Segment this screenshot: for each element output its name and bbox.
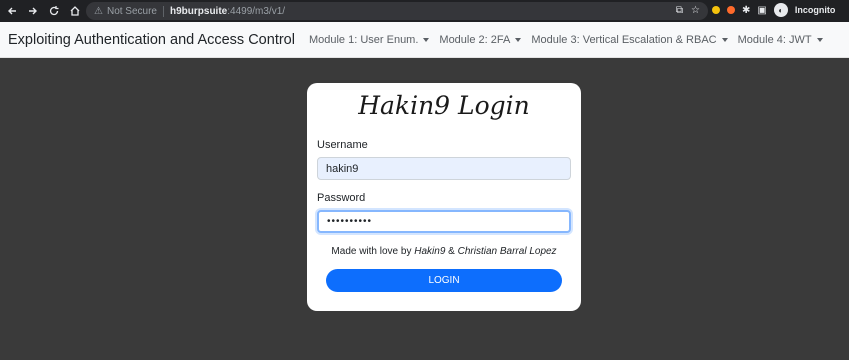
- caret-down-icon: [515, 37, 522, 42]
- back-icon[interactable]: [3, 2, 21, 20]
- login-title: Hakin9 Login: [358, 91, 530, 120]
- home-icon[interactable]: [66, 2, 84, 20]
- login-card: Hakin9 Login Username hakin9 Password ••…: [307, 83, 581, 311]
- navbar-brand[interactable]: Exploiting Authentication and Access Con…: [8, 32, 295, 48]
- nav-module-1-dropdown[interactable]: Module 1: User Enum.: [308, 33, 430, 46]
- credits-text: Made with love by Hakin9 & Christian Bar…: [307, 246, 581, 257]
- username-input[interactable]: hakin9: [317, 157, 571, 180]
- url-host: h9burpsuite: [170, 5, 228, 17]
- nav-module-2-label: Module 2: 2FA: [439, 33, 511, 46]
- url-path: :4499/m3/v1/: [227, 5, 286, 17]
- translate-icon[interactable]: ⧉: [676, 5, 683, 16]
- nav-module-3-label: Module 3: Vertical Escalation & RBAC: [531, 33, 717, 46]
- bookmark-star-icon[interactable]: ☆: [691, 5, 700, 16]
- credits-and: &: [445, 246, 458, 257]
- reload-icon[interactable]: [45, 2, 63, 20]
- not-secure-label: Not Secure: [106, 5, 157, 17]
- nav-module-3-dropdown[interactable]: Module 3: Vertical Escalation & RBAC: [531, 33, 728, 46]
- username-label: Username: [317, 139, 368, 151]
- browser-toolbar: ⚠ Not Secure h9burpsuite :4499/m3/v1/ ⧉ …: [0, 0, 849, 22]
- nav-module-2-dropdown[interactable]: Module 2: 2FA: [439, 33, 522, 46]
- address-divider: [163, 5, 164, 17]
- caret-down-icon: [423, 37, 430, 42]
- password-label: Password: [317, 192, 366, 204]
- address-bar[interactable]: ⚠ Not Secure h9burpsuite :4499/m3/v1/ ⧉ …: [86, 2, 708, 20]
- caret-down-icon: [721, 37, 728, 42]
- credits-author-christian: Christian Barral Lopez: [457, 246, 557, 257]
- burp-extension-icon[interactable]: [727, 6, 735, 14]
- nav-module-4-dropdown[interactable]: Module 4: JWT: [738, 34, 823, 46]
- incognito-icon[interactable]: ◐: [773, 3, 788, 17]
- credits-author-hakin9: Hakin9: [414, 246, 446, 257]
- credits-prefix: Made with love by: [331, 246, 415, 257]
- incognito-label: Incognito: [794, 5, 836, 15]
- warning-icon: ⚠: [94, 5, 103, 17]
- login-button[interactable]: LOGIN: [326, 269, 562, 292]
- app-navbar: Exploiting Authentication and Access Con…: [0, 22, 849, 58]
- nav-module-1-label: Module 1: User Enum.: [308, 33, 419, 46]
- extension-icon[interactable]: [712, 6, 720, 14]
- puzzle-icon[interactable]: ✱: [742, 5, 750, 16]
- caret-down-icon: [816, 37, 823, 42]
- nav-module-4-label: Module 4: JWT: [737, 33, 812, 46]
- sidepanel-icon[interactable]: ▣: [757, 5, 766, 16]
- password-input[interactable]: ••••••••••: [317, 210, 571, 233]
- forward-icon[interactable]: [24, 2, 42, 20]
